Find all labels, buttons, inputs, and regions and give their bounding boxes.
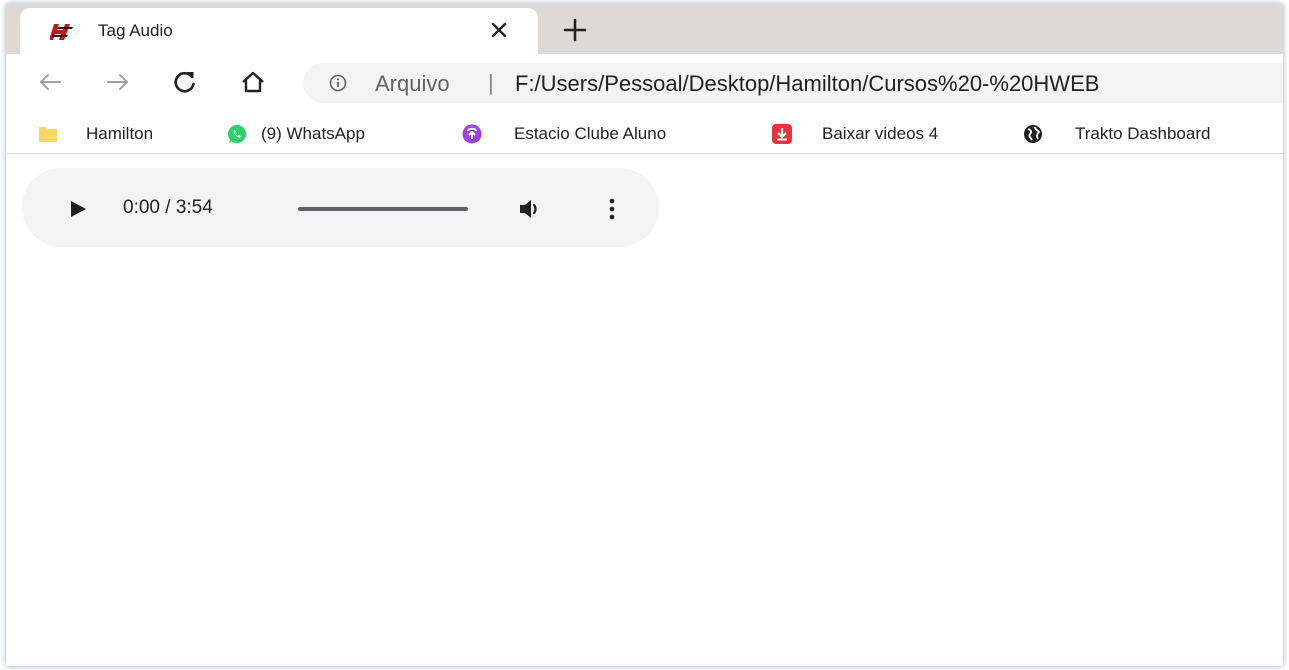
seek-bar[interactable] <box>298 207 468 211</box>
url-text[interactable]: F:/Users/Pessoal/Desktop/Hamilton/Cursos… <box>515 71 1099 97</box>
tab-title: Tag Audio <box>98 21 173 40</box>
new-tab-icon[interactable] <box>562 17 588 43</box>
address-bar[interactable]: Arquivo | F:/Users/Pessoal/Desktop/Hamil… <box>303 63 1283 103</box>
reload-icon[interactable] <box>171 68 199 96</box>
bookmark-trakto[interactable]: Trakto Dashboard <box>1023 112 1283 154</box>
tab-tag-audio[interactable]: Tag Audio <box>20 8 538 54</box>
bookmark-label: (9) WhatsApp <box>261 124 365 143</box>
home-icon[interactable] <box>239 68 267 96</box>
bookmark-label: Trakto Dashboard <box>1075 124 1211 143</box>
bookmark-baixar-videos[interactable]: Baixar videos 4 <box>772 112 1002 154</box>
info-icon[interactable] <box>329 74 347 92</box>
bookmark-hamilton[interactable]: Hamilton <box>38 112 198 154</box>
bookmarks-bar: Hamilton (9) WhatsApp Estacio Clube Alun… <box>6 112 1283 154</box>
toolbar: Arquivo | F:/Users/Pessoal/Desktop/Hamil… <box>6 54 1283 112</box>
whatsapp-icon <box>228 125 246 143</box>
url-separator: | <box>488 70 494 95</box>
forward-arrow-icon[interactable] <box>104 68 132 96</box>
audio-player: 0:00 / 3:54 <box>22 168 659 247</box>
browser-window: Tag Audio Arquivo | F:/Users/Pessoal/Des… <box>6 4 1283 666</box>
bookmark-label: Estacio Clube Aluno <box>514 124 667 143</box>
bookmark-label: Baixar videos 4 <box>822 124 939 143</box>
play-icon[interactable] <box>67 198 89 220</box>
volume-icon[interactable] <box>518 197 544 221</box>
bookmark-label: Hamilton <box>86 124 154 143</box>
back-arrow-icon[interactable] <box>36 68 64 96</box>
tab-strip: Tag Audio <box>6 4 1283 54</box>
url-scheme-label: Arquivo <box>375 71 450 96</box>
hamilton-logo-icon <box>50 24 73 40</box>
folder-icon <box>39 127 57 142</box>
more-options-icon[interactable] <box>607 197 617 221</box>
globe-icon <box>1024 125 1042 143</box>
estacio-icon <box>462 124 482 144</box>
time-display: 0:00 / 3:54 <box>123 197 213 218</box>
bookmark-estacio[interactable]: Estacio Clube Aluno <box>462 112 752 154</box>
bookmark-whatsapp[interactable]: (9) WhatsApp <box>227 112 437 154</box>
close-icon[interactable] <box>488 19 510 41</box>
download-icon <box>772 124 792 144</box>
